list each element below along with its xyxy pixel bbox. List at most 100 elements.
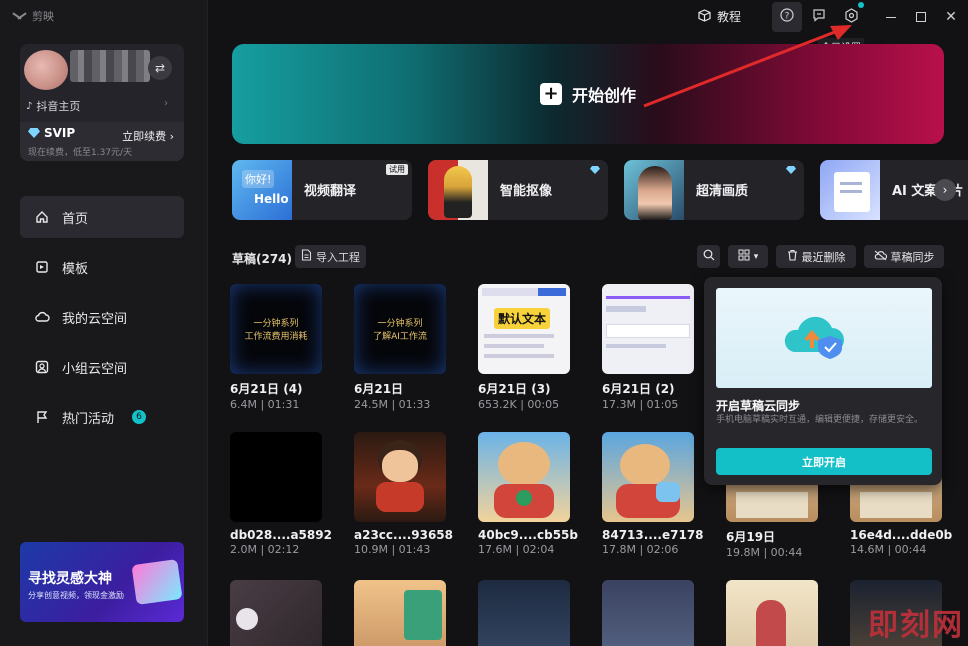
- tool-smart-cutout[interactable]: 智能抠像: [428, 160, 608, 220]
- draft-search-button[interactable]: [697, 245, 720, 268]
- draft-title: 6月21日 (2): [602, 382, 675, 396]
- draft-title: a23cc....93658: [354, 528, 454, 542]
- import-label: 导入工程: [316, 250, 360, 264]
- tutorial-label: 教程: [717, 10, 742, 24]
- sidebar-item-activity[interactable]: 热门活动 6: [20, 396, 184, 438]
- default-text-label: 默认文本: [494, 308, 551, 329]
- draft-card[interactable]: 6月21日 (2) 17.3M | 01:05: [602, 284, 694, 411]
- help-icon: ?: [780, 8, 794, 26]
- help-button[interactable]: ?: [772, 2, 802, 32]
- promo-title: 寻找灵感大神: [28, 571, 112, 587]
- trial-tag: 试用: [386, 164, 408, 175]
- renew-button[interactable]: 立即续费 ›: [122, 128, 174, 144]
- app-logo: 剪映: [12, 8, 54, 24]
- cloud-sync-illustration: [716, 288, 932, 388]
- draft-card[interactable]: [726, 580, 818, 646]
- tool-label: 视频翻译: [304, 184, 357, 199]
- maximize-button[interactable]: [906, 2, 936, 32]
- tutorial-button[interactable]: 教程: [698, 8, 741, 25]
- vip-diamond-icon: [786, 166, 796, 174]
- sidebar-item-label: 模板: [62, 261, 89, 277]
- cloud-sync-popup: 开启草稿云同步 手机电脑草稿实时互通，编辑更便捷，存储更安全。 立即开启: [704, 277, 942, 485]
- popup-subtitle: 手机电脑草稿实时互通，编辑更便捷，存储更安全。: [716, 415, 924, 425]
- sidebar: 剪映 ⇄ ♪ 抖音主页 › SVIP 立即续费 › 现在续费，低至1.37元/天: [0, 0, 208, 646]
- douyin-icon: ♪: [26, 100, 33, 112]
- chevron-right-icon: ›: [164, 98, 168, 109]
- vip-diamond-icon: [590, 166, 600, 174]
- template-icon: [34, 259, 50, 275]
- promo-banner[interactable]: 寻找灵感大神 分享创意视频，领现金激励: [20, 542, 184, 622]
- sidebar-item-label: 小组云空间: [62, 361, 128, 377]
- draft-thumbnail: [230, 580, 322, 646]
- tool-thumb-cutout: [428, 160, 488, 220]
- start-creating-label: 开始创作: [571, 86, 636, 105]
- document-icon: [301, 249, 312, 264]
- flag-icon: [34, 409, 50, 425]
- draft-thumbnail: [230, 432, 322, 522]
- global-settings-button[interactable]: [836, 2, 866, 32]
- sidebar-item-cloud[interactable]: 我的云空间: [20, 296, 184, 338]
- popup-title: 开启草稿云同步: [716, 399, 801, 413]
- sidebar-nav: 首页 模板 我的云空间 小组云空间 热门活动 6: [20, 196, 184, 446]
- draft-title: 6月21日 (3): [478, 382, 551, 396]
- view-mode-select[interactable]: ▾: [728, 245, 768, 268]
- draft-card[interactable]: a23cc....93658 10.9M | 01:43: [354, 432, 454, 556]
- cloud-upload-icon: [784, 316, 844, 359]
- promo-art: [131, 558, 183, 606]
- switch-account-button[interactable]: ⇄: [148, 56, 172, 80]
- svip-bar[interactable]: SVIP 立即续费 › 现在续费，低至1.37元/天: [20, 122, 184, 161]
- draft-card[interactable]: 一分钟系列 了解AI工作流 6月21日 24.5M | 01:33: [354, 284, 446, 411]
- recent-delete-label: 最近删除: [801, 250, 846, 264]
- tool-video-translate[interactable]: 你好! Hello 视频翻译 试用: [232, 160, 412, 220]
- title-bar: 教程 ? ✕: [208, 0, 968, 34]
- draft-thumbnail: [602, 432, 694, 522]
- feedback-button[interactable]: [804, 2, 834, 32]
- draft-meta: 17.3M | 01:05: [602, 398, 679, 411]
- tool-hd-quality[interactable]: 超清画质: [624, 160, 804, 220]
- draft-card[interactable]: [354, 580, 446, 646]
- tool-thumb-ai: [820, 160, 880, 220]
- close-button[interactable]: ✕: [936, 2, 966, 32]
- avatar[interactable]: [24, 50, 68, 90]
- draft-meta: 2.0M | 02:12: [230, 543, 300, 556]
- douyin-home-link[interactable]: ♪ 抖音主页: [26, 98, 80, 114]
- tool-label: 超清画质: [696, 184, 749, 199]
- tool-thumb-translate: 你好! Hello: [232, 160, 292, 220]
- draft-title: db028....a5892: [230, 528, 332, 542]
- capcut-logo-icon: [12, 10, 28, 22]
- promo-subtitle: 分享创意视频，领现金激励: [28, 591, 124, 600]
- import-project-button[interactable]: 导入工程: [295, 245, 366, 268]
- sidebar-item-group[interactable]: 小组云空间: [20, 346, 184, 388]
- svip-subtitle: 现在续费，低至1.37元/天: [28, 148, 133, 158]
- draft-thumbnail: [726, 580, 818, 646]
- search-icon: [703, 249, 715, 264]
- tools-next-button[interactable]: ›: [934, 179, 956, 201]
- draft-title: 16e4d....dde0b: [850, 528, 953, 542]
- draft-card[interactable]: 默认文本 6月21日 (3) 653.2K | 00:05: [478, 284, 570, 411]
- home-icon: [34, 209, 50, 225]
- draft-card[interactable]: [478, 580, 570, 646]
- draft-sync-button[interactable]: 草稿同步: [864, 245, 944, 268]
- minimize-button[interactable]: [876, 2, 906, 32]
- recent-delete-button[interactable]: 最近删除: [776, 245, 856, 268]
- swap-icon: ⇄: [154, 61, 166, 75]
- start-creating-button[interactable]: + 开始创作: [232, 44, 944, 144]
- draft-card[interactable]: [230, 580, 322, 646]
- draft-title: 84713....e7178: [602, 528, 704, 542]
- draft-thumbnail: [478, 432, 570, 522]
- chevron-right-icon: ›: [169, 130, 174, 143]
- draft-card[interactable]: db028....a5892 2.0M | 02:12: [230, 432, 332, 556]
- draft-card[interactable]: 一分钟系列 工作流费用消耗 6月21日 (4) 6.4M | 01:31: [230, 284, 322, 411]
- enable-sync-button[interactable]: 立即开启: [716, 448, 932, 475]
- draft-card[interactable]: 84713....e7178 17.8M | 02:06: [602, 432, 704, 556]
- settings-hex-icon: [844, 7, 859, 27]
- sidebar-item-home[interactable]: 首页: [20, 196, 184, 238]
- draft-title: 40bc9....cb55b: [478, 528, 578, 542]
- close-icon: ✕: [945, 9, 957, 25]
- sidebar-item-template[interactable]: 模板: [20, 246, 184, 288]
- draft-card[interactable]: 40bc9....cb55b 17.6M | 02:04: [478, 432, 578, 556]
- draft-thumbnail: [478, 580, 570, 646]
- cube-icon: [698, 8, 711, 25]
- draft-title: 6月21日 (4): [230, 382, 303, 396]
- draft-card[interactable]: [602, 580, 694, 646]
